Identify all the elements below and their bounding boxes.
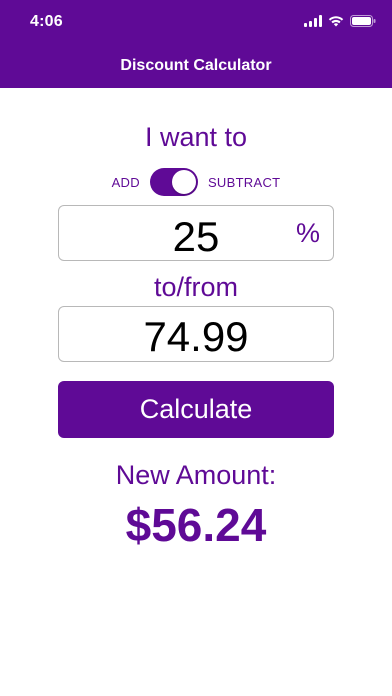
subtract-label: SUBTRACT — [207, 174, 281, 190]
amount-value: 74.99 — [143, 313, 249, 360]
wifi-icon — [328, 14, 344, 32]
add-subtract-switch[interactable] — [149, 168, 198, 196]
percent-sign: % — [295, 218, 320, 248]
add-subtract-toggle-row: ADD SUBTRACT — [0, 168, 392, 196]
add-label: ADD — [111, 174, 140, 190]
amount-input[interactable]: 74.99 — [58, 306, 334, 362]
to-from-label: to/from — [153, 272, 239, 302]
nav-title: Discount Calculator — [120, 57, 272, 74]
app-header: 4:06 Discount Calculator — [0, 0, 392, 88]
new-amount-label: New Amount: — [115, 460, 277, 490]
screen: 4:06 Discount Calculator I want to ADD S… — [0, 0, 392, 696]
percent-value: 25 — [172, 213, 220, 260]
status-time: 4:06 — [30, 13, 63, 30]
calculate-button[interactable]: Calculate — [58, 381, 334, 438]
new-amount-value: $56.24 — [125, 499, 267, 551]
percent-input[interactable]: 25 % — [58, 205, 334, 261]
status-icons — [304, 14, 376, 32]
cellular-signal-icon — [304, 14, 322, 32]
battery-icon — [350, 14, 376, 32]
switch-knob — [171, 170, 196, 194]
i-want-label: I want to — [144, 122, 248, 152]
